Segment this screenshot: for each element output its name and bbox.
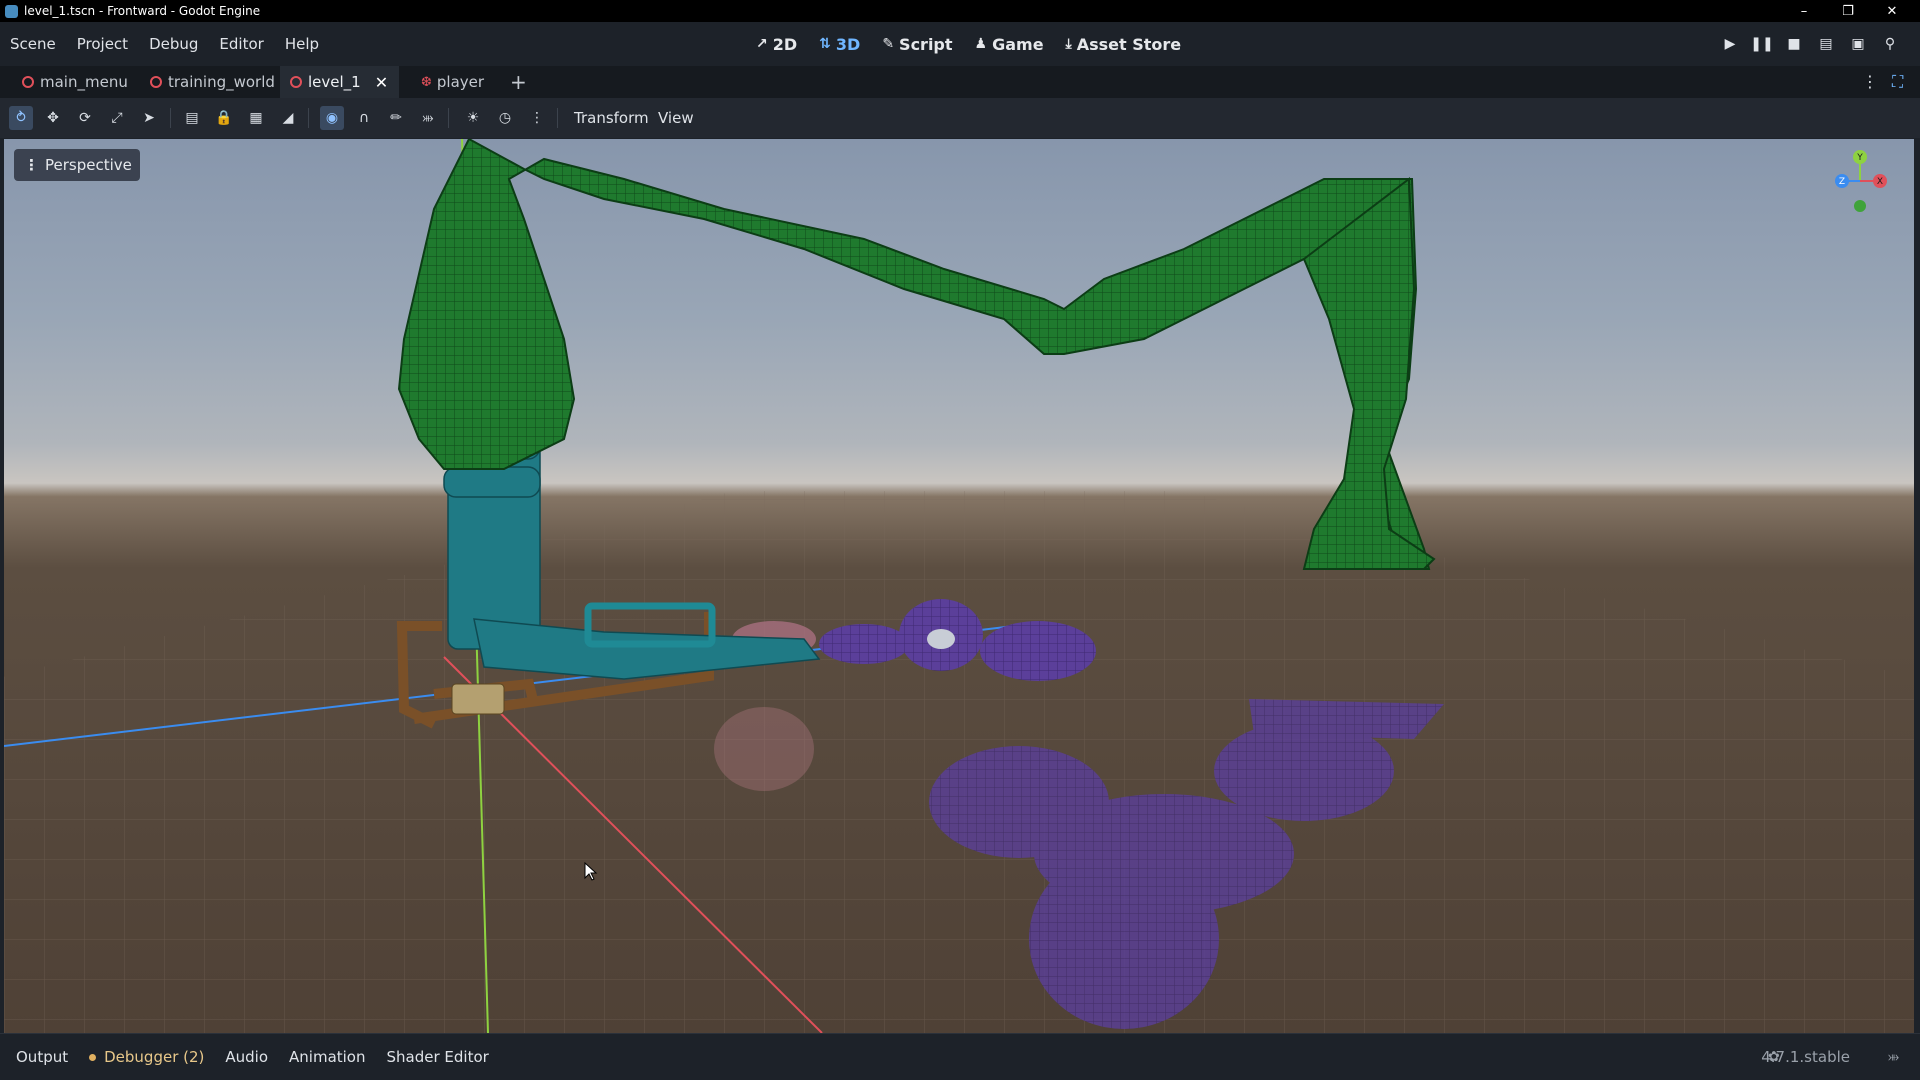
tab-options-icon[interactable]: ⋮ [1862,66,1878,98]
download-icon: ⤓ [1065,36,1072,52]
distraction-free-icon[interactable]: ⛶ [1892,66,1903,98]
play-scene-icon[interactable]: ▤ [1810,36,1842,52]
tab-output[interactable]: Output [16,1048,68,1066]
main-screen-2d[interactable]: ↗ 2D [756,35,797,54]
run-controls: ▶ ❚❚ ■ ▤ ▣ ⚲ [1714,22,1906,66]
scene-tabs: main_menu training_world level_1 ✕ ❆ playe… [0,66,1920,98]
main-screen-switcher: ↗ 2D ⇅ 3D ✎ Script ♟ Game ⤓ Asset Store [756,22,1203,66]
tab-animation[interactable]: Animation [289,1048,365,1066]
paint-icon[interactable]: ✏ [384,106,408,130]
attach-script-icon[interactable]: ▤ [180,106,204,130]
group-icon[interactable]: ▦ [244,106,268,130]
editor-menubar: Scene Project Debug Editor Help ↗ 2D ⇅ 3D … [0,22,1920,66]
gizmo-x-label: X [1877,177,1883,187]
close-tab-icon[interactable]: ✕ [375,73,388,92]
perspective-button[interactable]: ⋮ Perspective [14,149,140,181]
main-screen-script[interactable]: ✎ Script [882,35,952,54]
main-screen-game[interactable]: ♟ Game [975,35,1044,54]
bottom-panel-tabs: Output Debugger (2) Audio Animation Shad… [16,1034,510,1080]
restore-button[interactable]: ❐ [1826,0,1870,22]
main-screen-asset-store[interactable]: ⤓ Asset Store [1066,35,1182,54]
scene-render [4,139,1914,1033]
tab-audio[interactable]: Audio [225,1048,268,1066]
more-options-icon[interactable]: ⋮ [525,106,549,130]
local-space-icon[interactable]: ◉ [320,106,344,130]
tab-training-world[interactable]: training_world [140,66,285,98]
menu-scene[interactable]: Scene [10,35,56,53]
gizmo-y-label: Y [1856,153,1863,163]
toolbar-divider [308,108,309,128]
toolbar-divider [557,108,558,128]
toolbar-divider [170,108,171,128]
view-menu[interactable]: View [658,98,694,138]
mouse-cursor-icon [584,862,598,881]
minimize-button[interactable]: – [1782,0,1826,22]
transform-menu[interactable]: Transform [574,98,649,138]
scene-icon [22,76,34,88]
window-titlebar: level_1.tscn - Frontward - Godot Engine … [0,0,1920,22]
3d-icon: ⇅ [819,36,831,52]
toolbar-divider [448,108,449,128]
pause-icon[interactable]: ❚❚ [1746,36,1778,52]
2d-icon: ↗ [756,36,768,52]
character-mesh [451,683,505,715]
menu-editor[interactable]: Editor [219,35,263,53]
warning-dot-icon [89,1054,97,1061]
scene-icon [290,76,302,88]
environment-icon[interactable]: ◷ [493,106,517,130]
tab-shader-editor[interactable]: Shader Editor [387,1048,489,1066]
game-icon: ♟ [974,36,988,52]
bottom-panel: Output Debugger (2) Audio Animation Shad… [0,1033,1920,1080]
main-menu: Scene Project Debug Editor Help [10,22,340,66]
menu-help[interactable]: Help [285,35,319,53]
engine-version: 4.7.1.stable [1761,1048,1850,1066]
main-screen-3d[interactable]: ⇅ 3D [819,35,860,54]
3d-viewport[interactable]: ⋮ Perspective Y X Z [4,139,1914,1033]
script-icon: ✎ [882,36,895,52]
tab-debugger[interactable]: Debugger (2) [89,1048,204,1066]
godot-app-icon [5,4,18,18]
perspective-label: Perspective [45,156,132,174]
scale-mode-icon[interactable]: ⤢ [105,106,129,130]
rotate-mode-icon[interactable]: ⟳ [73,106,97,130]
add-tab-icon[interactable]: + [510,66,527,98]
view-gizmo[interactable]: Y X Z [1830,149,1890,219]
close-window-button[interactable]: ✕ [1870,0,1914,22]
tab-level-1[interactable]: level_1 ✕ [280,66,399,98]
viewport-toolbar: ⥁ ✥ ⟳ ⤢ ➤ ▤ 🔒 ▦ ◢ ◉ ∩ ✏ ⤕ ☀ ◷ ⋮ Transfor… [0,98,1920,138]
tab-player[interactable]: ❆ player [411,66,494,98]
player-icon: ❆ [421,74,432,90]
scene-icon [150,76,162,88]
lock-icon[interactable]: 🔒 [212,106,236,130]
ruler-icon[interactable]: ◢ [276,106,300,130]
menu-project[interactable]: Project [77,35,128,53]
list-select-icon[interactable]: ➤ [137,106,161,130]
sun-icon[interactable]: ☀ [461,106,485,130]
stop-icon[interactable]: ■ [1778,36,1810,52]
menu-debug[interactable]: Debug [149,35,198,53]
snap-icon[interactable]: ∩ [352,106,376,130]
move-mode-icon[interactable]: ✥ [41,106,65,130]
tab-main-menu[interactable]: main_menu [12,66,138,98]
pin-icon[interactable]: ⤕ [416,106,440,130]
movie-maker-icon[interactable]: ⚲ [1874,36,1906,52]
pin-panel-icon[interactable]: ⤕ [1888,1034,1899,1080]
play-icon[interactable]: ▶ [1714,36,1746,52]
window-title: level_1.tscn - Frontward - Godot Engine [24,4,261,18]
play-custom-scene-icon[interactable]: ▣ [1842,36,1874,52]
select-mode-icon[interactable]: ⥁ [9,106,33,130]
kebab-icon: ⋮ [24,156,39,174]
gizmo-z-label: Z [1839,177,1845,187]
